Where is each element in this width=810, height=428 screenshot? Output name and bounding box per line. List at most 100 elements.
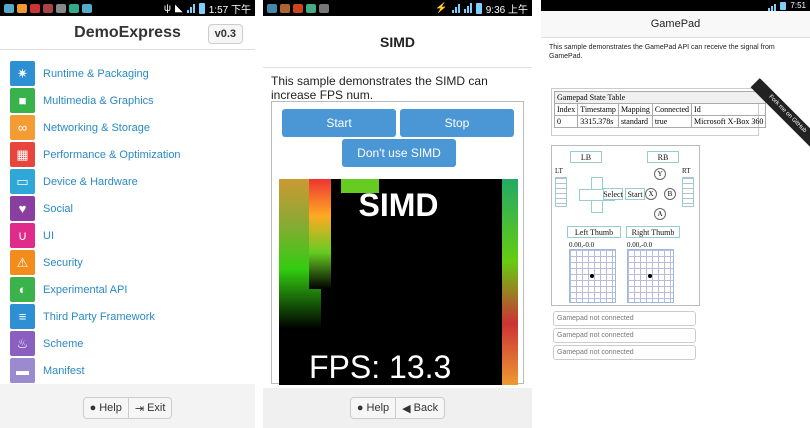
magnet-icon: ∪ bbox=[10, 223, 35, 248]
help-label: Help bbox=[366, 402, 390, 414]
lt-trigger bbox=[555, 177, 567, 207]
heart-icon: ♥ bbox=[10, 196, 35, 221]
column-header: Connected bbox=[651, 103, 693, 116]
app-icon bbox=[17, 3, 27, 13]
help-button[interactable]: ● Help bbox=[349, 397, 397, 419]
dont-use-simd-button[interactable]: Don't use SIMD bbox=[342, 139, 456, 167]
app-icon bbox=[30, 3, 40, 13]
gamepad-state-table: Gamepad State Table Index Timestamp Mapp… bbox=[551, 88, 767, 136]
help-label: Help bbox=[99, 402, 122, 414]
table-cell: true bbox=[651, 115, 693, 128]
menu-item[interactable]: ≡ Third Party Framework bbox=[0, 303, 255, 330]
app-header: SIMD bbox=[263, 16, 532, 68]
description: This sample demonstrates the GamePad API… bbox=[549, 44, 775, 61]
gamepad-visualizer: LB RB LT RT Select Start Y X B A Left Th… bbox=[551, 145, 700, 306]
exit-icon: ⇥ bbox=[134, 402, 145, 415]
left-thumb-grid bbox=[569, 249, 616, 303]
battery-icon bbox=[475, 2, 482, 14]
rb-button: RB bbox=[647, 151, 679, 163]
status-bar: ψ ◣ 1:57 下午 bbox=[0, 0, 255, 16]
usb-icon: ψ bbox=[163, 2, 172, 14]
table-header-row: Index Timestamp Mapping Connected Id bbox=[553, 103, 767, 116]
app-icon bbox=[69, 3, 79, 13]
app-icon bbox=[280, 3, 290, 13]
gamepad-slot: Gamepad not connected bbox=[553, 311, 696, 326]
footer: ● Help ◀ Back bbox=[263, 388, 532, 428]
network-icon: ∞ bbox=[10, 115, 35, 140]
right-thumb-label: Right Thumb bbox=[626, 226, 680, 238]
app-icon bbox=[4, 3, 14, 13]
gear-icon: ✷ bbox=[10, 61, 35, 86]
simd-screen: ⚡ 9:36 上午 SIMD This sample demonstrates … bbox=[263, 0, 532, 428]
menu-item[interactable]: ∪ UI bbox=[0, 222, 255, 249]
wifi-icon bbox=[451, 3, 460, 13]
select-button: Select bbox=[603, 188, 623, 200]
table-row: 0 3315.378s standard true Microsoft X-Bo… bbox=[553, 115, 767, 128]
page-title: DemoExpress bbox=[74, 23, 181, 41]
menu-item-label: Device & Hardware bbox=[43, 175, 138, 188]
table-cell: 0 bbox=[553, 115, 579, 128]
gamepad-slot: Gamepad not connected bbox=[553, 345, 696, 360]
menu-item-label: UI bbox=[43, 229, 54, 242]
warning-icon: ⚠ bbox=[10, 250, 35, 275]
app-icon bbox=[267, 3, 277, 13]
x-button: X bbox=[645, 188, 657, 200]
menu-item[interactable]: ▭ Device & Hardware bbox=[0, 168, 255, 195]
column-header: Id bbox=[691, 103, 767, 116]
table-caption: Gamepad State Table bbox=[553, 91, 767, 104]
column-header: Mapping bbox=[617, 103, 653, 116]
menu-item[interactable]: ♨ Scheme bbox=[0, 330, 255, 357]
help-button[interactable]: ● Help bbox=[82, 397, 129, 419]
menu-item-label: Scheme bbox=[43, 337, 84, 350]
page-title: SIMD bbox=[380, 33, 415, 50]
table-cell: standard bbox=[617, 115, 653, 128]
exit-button[interactable]: ⇥ Exit bbox=[128, 397, 173, 419]
right-thumb-grid bbox=[627, 249, 674, 303]
y-button: Y bbox=[654, 168, 666, 180]
status-bar: ⚡ 9:36 上午 bbox=[263, 0, 532, 16]
menu-item[interactable]: ▦ Performance & Optimization bbox=[0, 141, 255, 168]
table-cell: Microsoft X-Box 360 bbox=[691, 115, 767, 128]
start-button[interactable]: Start bbox=[282, 109, 396, 137]
menu-item[interactable]: ∞ Networking & Storage bbox=[0, 114, 255, 141]
gamepad-slot: Gamepad not connected bbox=[553, 328, 696, 343]
version-button[interactable]: v0.3 bbox=[207, 24, 243, 44]
lb-button: LB bbox=[570, 151, 602, 163]
menu-item[interactable]: ✷ Runtime & Packaging bbox=[0, 60, 255, 87]
menu-item-label: Manifest bbox=[43, 364, 85, 377]
app-header: DemoExpress v0.3 bbox=[0, 16, 255, 50]
back-button[interactable]: ◀ Back bbox=[396, 397, 446, 419]
menu-item[interactable]: ◐ Experimental API bbox=[0, 276, 255, 303]
mandelbrot-canvas: SIMD FPS: 13.3 bbox=[279, 179, 518, 385]
info-icon: ● bbox=[356, 402, 364, 414]
menu-item-label: Networking & Storage bbox=[43, 121, 150, 134]
a-button: A bbox=[654, 208, 666, 220]
menu-item-label: Multimedia & Graphics bbox=[43, 94, 154, 107]
status-time: 9:36 上午 bbox=[485, 4, 528, 16]
status-bar: 7:51 bbox=[541, 0, 810, 11]
stack-icon: ≡ bbox=[10, 304, 35, 329]
menu-item[interactable]: ♥ Social bbox=[0, 195, 255, 222]
lt-label: LT bbox=[555, 167, 563, 175]
menu-item[interactable]: ▬ Manifest bbox=[0, 357, 255, 384]
b-button: B bbox=[664, 188, 676, 200]
app-icon bbox=[56, 3, 66, 13]
right-thumb-value: 0.00,-0.0 bbox=[627, 241, 653, 249]
menu-item-label: Runtime & Packaging bbox=[43, 67, 149, 80]
status-time: 7:51 bbox=[790, 1, 806, 10]
signal-icon bbox=[463, 3, 472, 13]
description: This sample demonstrates the SIMD can in… bbox=[271, 74, 488, 103]
signal-off-icon: ⚡ bbox=[435, 2, 448, 14]
folder-icon: ▬ bbox=[10, 358, 35, 383]
category-list: ✷ Runtime & Packaging ■ Multimedia & Graphi… bbox=[0, 50, 255, 384]
stop-button[interactable]: Stop bbox=[400, 109, 514, 137]
flame-icon: ♨ bbox=[10, 331, 35, 356]
app-icon bbox=[319, 3, 329, 13]
menu-item[interactable]: ⚠ Security bbox=[0, 249, 255, 276]
menu-item[interactable]: ■ Multimedia & Graphics bbox=[0, 87, 255, 114]
demoexpress-screen: ψ ◣ 1:57 下午 DemoExpress v0.3 ✷ Runtime & … bbox=[0, 0, 255, 428]
camera-icon: ■ bbox=[10, 88, 35, 113]
app-icon bbox=[82, 3, 92, 13]
start-button: Start bbox=[625, 188, 645, 200]
fps-readout: FPS: 13.3 bbox=[309, 349, 452, 385]
